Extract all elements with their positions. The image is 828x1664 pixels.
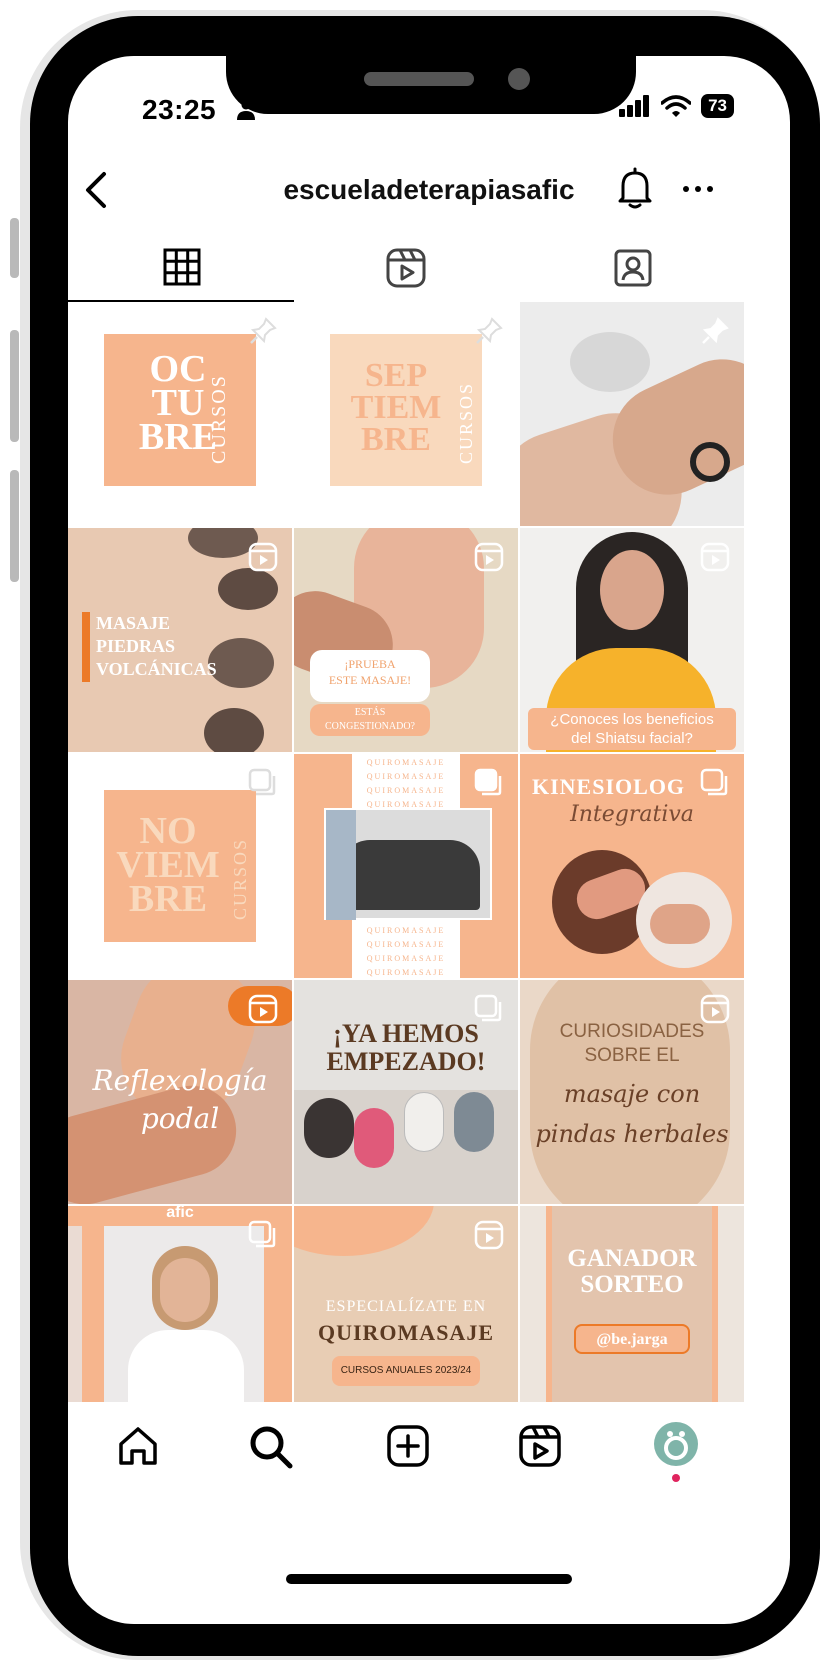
avatar-logo-icon [664,1431,688,1460]
quiromasaje-repeat-bottom: QUIROMASAJE QUIROMASAJE QUIROMASAJE QUIROMA… [366,926,446,977]
status-indicators: 73 [619,94,734,118]
search-icon[interactable] [248,1424,294,1470]
post-ganador-sorteo[interactable]: GANADOR SORTEO @be.jarga [520,1206,744,1430]
bottom-navigation [68,1402,790,1512]
status-time: 23:25 [142,94,217,125]
piedras-line-1: MASAJE [96,613,171,633]
prueba-bubble-line-2: ESTE MASAJE! [328,673,412,687]
ganador-handle: @be.jarga [574,1324,690,1354]
carousel-badge-icon [474,994,502,1022]
post-afic-team-member[interactable]: afic [68,1206,292,1430]
kinesiologia-subtitle: Integrativa [570,802,694,827]
shiatsu-caption-line-2: del Shiatsu facial? [571,730,693,747]
carousel-badge-icon [474,768,502,796]
wifi-icon [661,95,692,117]
especializate-line-1: ESPECIALÍZATE EN [325,1298,487,1315]
cellular-signal-icon [619,95,650,117]
quiromasaje-repeat-top: QUIROMASAJE QUIROMASAJE QUIROMASAJE QUIROMA… [366,758,446,809]
prueba-question-line-2: CONGESTIONADO? [325,721,415,732]
post-masaje-piedras-volcanicas[interactable]: MASAJE PIEDRAS VOLCÁNICAS [68,528,292,752]
reel-badge-icon [248,994,278,1024]
pinned-icon [476,317,503,344]
reel-badge-icon [700,542,730,572]
tab-posts[interactable] [68,238,302,300]
carousel-badge-icon [248,1220,276,1248]
volume-up-button [10,330,19,442]
post-curiosidades-pindas-herbales[interactable]: CURIOSIDADES SOBRE EL masaje con pindas … [520,980,744,1204]
noviembre-line-2: VIEM [116,844,220,886]
curiosidades-line-4: pindas herbales [535,1120,729,1148]
volume-down-button [10,470,19,582]
post-quiromasaje-group[interactable]: QUIROMASAJE QUIROMASAJE QUIROMASAJE QUIROMA… [294,754,518,978]
septiembre-side-label: CURSOS [456,381,476,464]
especializate-pill: CURSOS ANUALES 2023/24 [332,1356,480,1386]
empezado-line-2: EMPEZADO! [326,1047,486,1076]
post-hands-massage-photo[interactable] [520,302,744,526]
post-septiembre-cursos[interactable]: SEP TIEM BRE CURSOS [294,302,518,526]
curiosidades-line-2: SOBRE EL [584,1045,680,1066]
octubre-side-label: CURSOS [208,374,230,464]
post-reflexologia-podal[interactable]: Reflexología podal [68,980,292,1204]
bell-icon[interactable] [615,166,655,210]
carousel-badge-icon [700,768,728,796]
tab-reels[interactable] [286,238,526,300]
noviembre-line-3: BRE [128,878,208,920]
reel-badge-icon [474,1220,504,1250]
pinned-icon [250,317,277,344]
curiosidades-line-3: masaje con [563,1080,701,1108]
post-shiatsu-facial[interactable]: ¿Conoces los beneficios del Shiatsu faci… [520,528,744,752]
kinesiologia-title: KINESIOLOG [532,774,686,799]
octubre-line-1: OC [149,348,207,390]
reels-icon [386,248,426,288]
reels-icon[interactable] [518,1424,562,1468]
ganador-line-1: GANADOR [567,1245,697,1272]
reel-badge-icon [248,542,278,572]
prueba-bubble-line-1: ¡PRUEBA [344,657,396,671]
piedras-line-2: PIEDRAS [96,636,176,656]
shiatsu-caption-line-1: ¿Conoces los beneficios [550,711,714,728]
prueba-question-line-1: ESTÁS [354,707,386,718]
battery-level: 73 [701,94,734,118]
carousel-badge-icon [248,768,276,796]
noviembre-side-label: CURSOS [230,837,250,920]
home-indicator [286,1574,572,1584]
septiembre-line-3: BRE [361,421,431,458]
notch [226,56,636,114]
reflexologia-line-2: podal [140,1102,220,1135]
tagged-person-icon [614,249,652,287]
tab-tagged[interactable] [513,238,753,300]
grid-icon [163,248,201,286]
post-kinesiologia-integrativa[interactable]: KINESIOLOG Integrativa [520,754,744,978]
ganador-line-2: SORTEO [580,1271,684,1298]
profile-header: escueladeterapiasafic [68,164,790,216]
profile-tabs [68,238,790,302]
octubre-line-3: BRE [138,416,218,458]
notification-dot [672,1474,680,1482]
noviembre-line-1: NO [139,810,197,852]
piedras-line-3: VOLCÁNICAS [96,659,217,679]
posts-grid: OC TU BRE CURSOS SEP TIEM BRE CURSOS MAS… [68,302,790,1430]
post-especializate-quiromasaje[interactable]: ESPECIALÍZATE EN QUIROMASAJE CURSOS ANUA… [294,1206,518,1430]
more-options-icon[interactable] [682,184,714,194]
mute-switch [10,218,19,278]
post-noviembre-cursos[interactable]: NO VIEM BRE CURSOS [68,754,292,978]
post-prueba-este-masaje[interactable]: ¡PRUEBA ESTE MASAJE! ESTÁS CONGESTIONADO… [294,528,518,752]
reel-badge-icon [700,994,730,1024]
reel-badge-icon [474,542,504,572]
pinned-icon [702,317,729,344]
septiembre-line-2: TIEM [350,389,442,426]
septiembre-line-1: SEP [364,357,428,394]
phone-screen: 23:25 73 escueladeterapiasafic OC TU BRE… [68,56,790,1624]
profile-avatar[interactable] [654,1422,698,1466]
empezado-line-1: ¡YA HEMOS [333,1019,479,1048]
post-octubre-cursos[interactable]: OC TU BRE CURSOS [68,302,292,526]
octubre-line-2: TU [151,382,205,424]
create-icon[interactable] [386,1424,430,1468]
post-ya-hemos-empezado[interactable]: ¡YA HEMOS EMPEZADO! [294,980,518,1204]
reflexologia-line-1: Reflexología [92,1064,268,1097]
home-icon[interactable] [116,1424,160,1468]
especializate-line-2: QUIROMASAJE [317,1320,494,1345]
